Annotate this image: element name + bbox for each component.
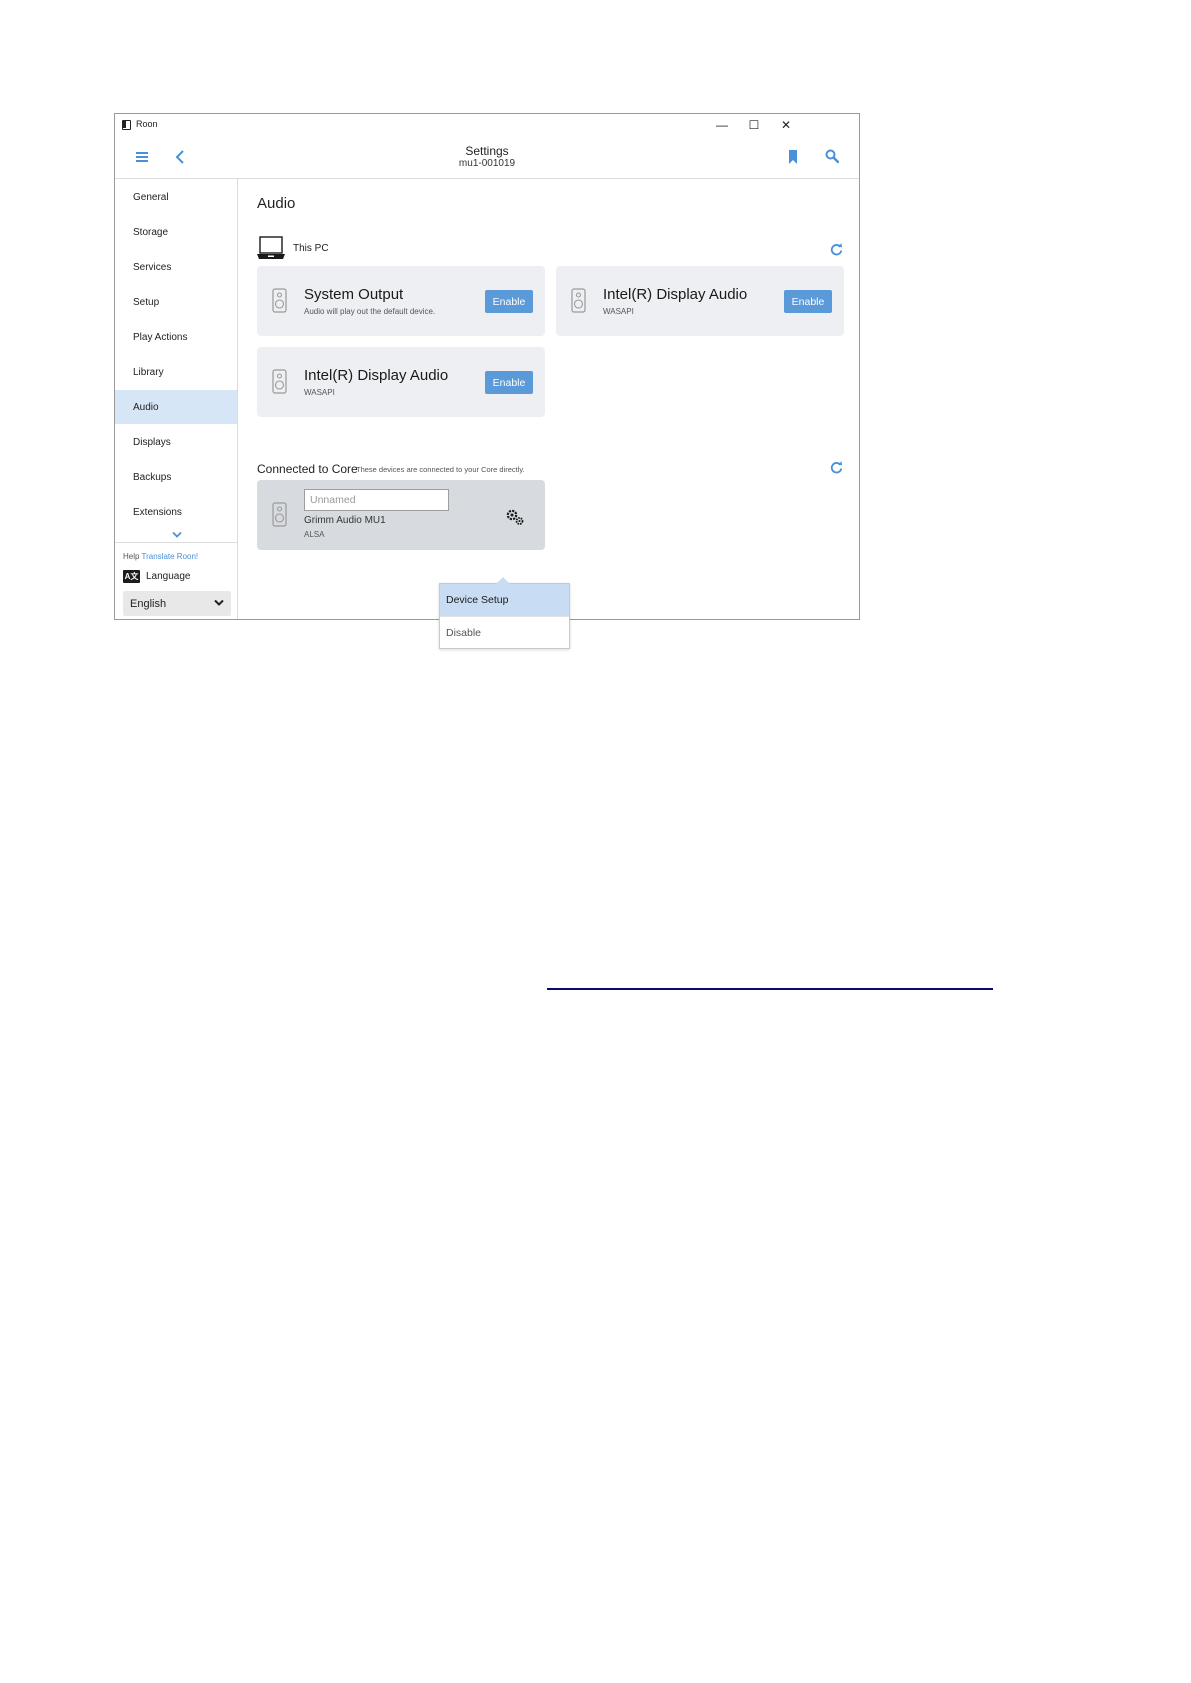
search-icon[interactable]	[825, 149, 839, 163]
device-name: System Output	[304, 286, 404, 303]
settings-header: Settings mu1-001019	[115, 137, 859, 179]
device-description: Audio will play out the default device.	[304, 307, 436, 316]
enable-button[interactable]: Enable	[485, 290, 533, 313]
sidebar-item-extensions[interactable]: Extensions	[115, 495, 237, 529]
sidebar-item-library[interactable]: Library	[115, 355, 237, 389]
laptop-icon	[257, 236, 285, 259]
device-name: Intel(R) Display Audio	[603, 286, 748, 303]
language-row: A文 Language	[123, 568, 191, 584]
help-prefix: Help	[123, 552, 140, 561]
roon-window: Roon — ☐ ✕ Settings mu1-001019 General S…	[114, 113, 860, 649]
bookmark-icon[interactable]	[788, 150, 798, 164]
chevron-down-icon[interactable]	[172, 531, 182, 539]
title-bar: Roon — ☐ ✕	[115, 114, 859, 137]
speaker-icon	[272, 369, 287, 394]
language-value: English	[130, 597, 167, 610]
refresh-icon[interactable]	[830, 243, 843, 256]
translate-roon-link[interactable]: Translate Roon!	[142, 552, 199, 561]
sidebar-item-general[interactable]: General	[115, 180, 237, 214]
device-card-grimm-audio-mu1: Grimm Audio MU1 ALSA	[257, 480, 545, 550]
menu-caret	[496, 577, 510, 584]
device-name: Intel(R) Display Audio	[304, 367, 449, 384]
device-card-system-output: System Output Audio will play out the de…	[257, 266, 545, 336]
minimize-button[interactable]: —	[712, 116, 732, 134]
device-card-intel-display-audio-2: Intel(R) Display Audio WASAPI Enable	[257, 347, 545, 417]
gears-icon[interactable]	[505, 508, 525, 526]
sidebar-item-backups[interactable]: Backups	[115, 460, 237, 494]
audio-settings-panel: Audio This PC System Output Audio will p…	[239, 179, 859, 619]
sidebar-item-audio[interactable]: Audio	[115, 390, 237, 424]
device-driver: ALSA	[304, 530, 325, 539]
device-name-input[interactable]	[304, 489, 449, 511]
settings-sidebar: General Storage Services Setup Play Acti…	[115, 179, 238, 619]
enable-button[interactable]: Enable	[784, 290, 832, 313]
language-label: Language	[146, 570, 191, 582]
device-card-intel-display-audio: Intel(R) Display Audio WASAPI Enable	[556, 266, 844, 336]
language-icon: A文	[123, 569, 140, 583]
speaker-icon	[571, 288, 586, 313]
device-model: Grimm Audio MU1	[304, 515, 386, 526]
document-rule	[547, 988, 993, 990]
connected-to-core-title: Connected to Core	[257, 462, 358, 476]
sidebar-divider	[115, 542, 237, 543]
roon-app-icon	[122, 120, 131, 130]
sidebar-item-setup[interactable]: Setup	[115, 285, 237, 319]
chevron-down-icon	[214, 599, 224, 606]
sidebar-item-displays[interactable]: Displays	[115, 425, 237, 459]
speaker-icon	[272, 502, 287, 527]
device-description: WASAPI	[304, 388, 335, 397]
device-options-menu: Device Setup Disable	[439, 577, 570, 649]
sidebar-item-storage[interactable]: Storage	[115, 215, 237, 249]
maximize-button[interactable]: ☐	[744, 116, 764, 134]
page-title: Settings	[465, 144, 509, 158]
sidebar-item-services[interactable]: Services	[115, 250, 237, 284]
menu-item-disable[interactable]: Disable	[440, 616, 569, 648]
core-name: mu1-001019	[458, 158, 516, 169]
device-description: WASAPI	[603, 307, 634, 316]
connected-note: These devices are connected to your Core…	[356, 465, 525, 474]
app-title: Roon	[136, 119, 158, 129]
speaker-icon	[272, 288, 287, 313]
this-pc-label: This PC	[293, 243, 329, 254]
refresh-icon[interactable]	[830, 461, 843, 474]
section-title: Audio	[257, 195, 296, 212]
close-button[interactable]: ✕	[776, 116, 796, 134]
help-translate: Help Translate Roon!	[123, 552, 198, 561]
sidebar-item-play-actions[interactable]: Play Actions	[115, 320, 237, 354]
language-select[interactable]: English	[123, 591, 231, 616]
menu-item-device-setup[interactable]: Device Setup	[440, 584, 569, 616]
enable-button[interactable]: Enable	[485, 371, 533, 394]
